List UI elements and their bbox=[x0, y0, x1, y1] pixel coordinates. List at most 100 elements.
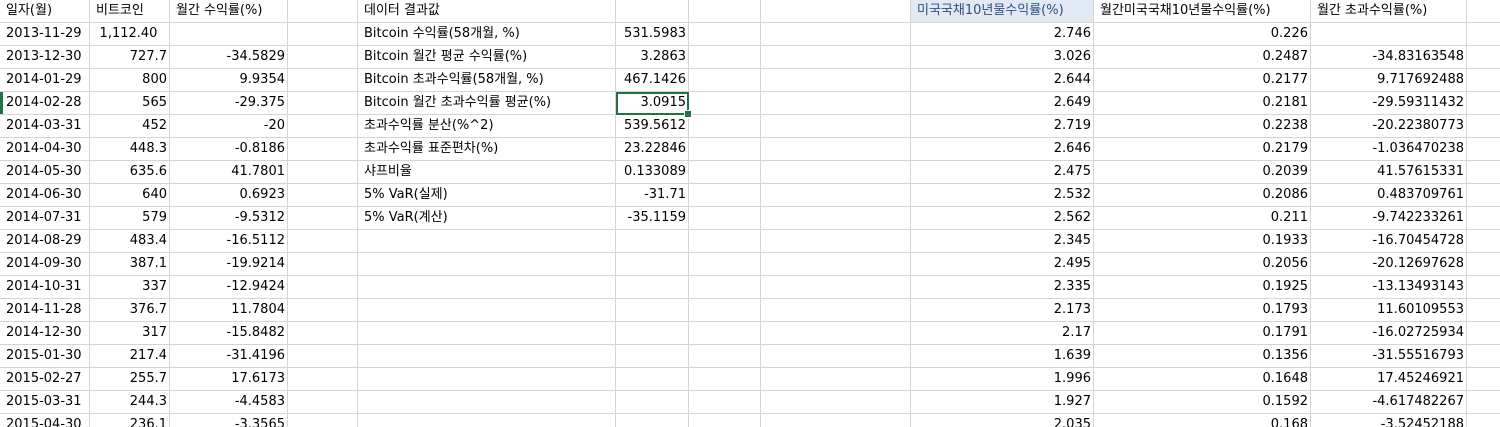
treasury-yield-cell[interactable]: 2.335 bbox=[911, 276, 1094, 299]
treasury-yield-cell[interactable]: 2.532 bbox=[911, 184, 1094, 207]
treasury-monthly-cell[interactable]: 0.1356 bbox=[1094, 345, 1311, 368]
empty-cell[interactable] bbox=[288, 184, 358, 207]
empty-cell[interactable] bbox=[1467, 46, 1500, 69]
empty-cell[interactable] bbox=[1467, 0, 1500, 23]
treasury-yield-cell[interactable]: 2.17 bbox=[911, 322, 1094, 345]
empty-cell[interactable] bbox=[288, 23, 358, 46]
treasury-monthly-cell[interactable]: 0.2177 bbox=[1094, 69, 1311, 92]
empty-cell[interactable] bbox=[689, 23, 761, 46]
result-value-cell[interactable]: 23.22846 bbox=[616, 138, 689, 161]
result-label-cell[interactable] bbox=[358, 345, 616, 368]
date-cell[interactable]: 2014-11-28 bbox=[0, 299, 90, 322]
header-btc[interactable]: 비트코인 bbox=[90, 0, 170, 23]
result-label-cell[interactable] bbox=[358, 230, 616, 253]
empty-cell[interactable] bbox=[288, 138, 358, 161]
header-excess-return[interactable]: 월간 초과수익률(%) bbox=[1311, 0, 1467, 23]
treasury-monthly-cell[interactable]: 0.1933 bbox=[1094, 230, 1311, 253]
result-label-cell[interactable] bbox=[358, 276, 616, 299]
empty-cell[interactable] bbox=[288, 161, 358, 184]
treasury-yield-cell[interactable]: 2.746 bbox=[911, 23, 1094, 46]
result-value-cell[interactable] bbox=[616, 299, 689, 322]
result-label-cell[interactable]: Bitcoin 월간 초과수익률 평균(%) bbox=[358, 92, 616, 115]
empty-cell[interactable] bbox=[288, 322, 358, 345]
btc-price-cell[interactable]: 635.6 bbox=[90, 161, 170, 184]
excess-return-cell[interactable]: -16.70454728 bbox=[1311, 230, 1467, 253]
btc-price-cell[interactable]: 448.3 bbox=[90, 138, 170, 161]
excess-return-cell[interactable]: -1.036470238 bbox=[1311, 138, 1467, 161]
btc-price-cell[interactable]: 565 bbox=[90, 92, 170, 115]
btc-return-cell[interactable]: -20 bbox=[170, 115, 288, 138]
date-cell[interactable]: 2014-10-31 bbox=[0, 276, 90, 299]
date-cell[interactable]: 2015-02-27 bbox=[0, 368, 90, 391]
empty-cell[interactable] bbox=[1467, 322, 1500, 345]
btc-price-cell[interactable]: 217.4 bbox=[90, 345, 170, 368]
header-date[interactable]: 일자(월) bbox=[0, 0, 90, 23]
result-value-cell[interactable]: 0.133089 bbox=[616, 161, 689, 184]
excess-return-cell[interactable]: -16.02725934 bbox=[1311, 322, 1467, 345]
empty-cell[interactable] bbox=[1467, 414, 1500, 427]
date-cell[interactable]: 2014-06-30 bbox=[0, 184, 90, 207]
btc-return-cell[interactable]: -31.4196 bbox=[170, 345, 288, 368]
treasury-monthly-cell[interactable]: 0.2179 bbox=[1094, 138, 1311, 161]
btc-price-cell[interactable]: 800 bbox=[90, 69, 170, 92]
empty-cell[interactable] bbox=[689, 345, 761, 368]
date-cell[interactable]: 2014-02-28 bbox=[0, 92, 90, 115]
treasury-yield-cell[interactable]: 2.173 bbox=[911, 299, 1094, 322]
header-treasury-yield[interactable]: 미국국채10년물수익률(%) bbox=[911, 0, 1094, 23]
result-value-cell[interactable]: 3.2863 bbox=[616, 46, 689, 69]
empty-cell[interactable] bbox=[761, 207, 911, 230]
btc-return-cell[interactable]: -15.8482 bbox=[170, 322, 288, 345]
date-cell[interactable]: 2014-07-31 bbox=[0, 207, 90, 230]
treasury-monthly-cell[interactable]: 0.226 bbox=[1094, 23, 1311, 46]
date-cell[interactable]: 2014-09-30 bbox=[0, 253, 90, 276]
result-label-cell[interactable]: 5% VaR(실제) bbox=[358, 184, 616, 207]
empty-cell[interactable] bbox=[1467, 69, 1500, 92]
treasury-monthly-cell[interactable]: 0.2086 bbox=[1094, 184, 1311, 207]
result-label-cell[interactable]: 5% VaR(계산) bbox=[358, 207, 616, 230]
treasury-monthly-cell[interactable]: 0.2056 bbox=[1094, 253, 1311, 276]
empty-cell[interactable] bbox=[689, 253, 761, 276]
empty-cell[interactable] bbox=[761, 299, 911, 322]
result-value-cell[interactable] bbox=[616, 276, 689, 299]
empty-cell[interactable] bbox=[761, 368, 911, 391]
empty-cell[interactable] bbox=[288, 69, 358, 92]
excess-return-cell[interactable]: 0.483709761 bbox=[1311, 184, 1467, 207]
btc-return-cell[interactable]: -29.375 bbox=[170, 92, 288, 115]
treasury-yield-cell[interactable]: 2.562 bbox=[911, 207, 1094, 230]
btc-return-cell[interactable]: 17.6173 bbox=[170, 368, 288, 391]
empty-cell[interactable] bbox=[288, 115, 358, 138]
excess-return-cell[interactable]: -34.83163548 bbox=[1311, 46, 1467, 69]
result-value-cell[interactable] bbox=[616, 391, 689, 414]
treasury-monthly-cell[interactable]: 0.2181 bbox=[1094, 92, 1311, 115]
btc-return-cell[interactable]: 9.9354 bbox=[170, 69, 288, 92]
empty-cell[interactable] bbox=[689, 391, 761, 414]
date-cell[interactable]: 2015-03-31 bbox=[0, 391, 90, 414]
btc-return-cell[interactable]: -9.5312 bbox=[170, 207, 288, 230]
treasury-yield-cell[interactable]: 2.345 bbox=[911, 230, 1094, 253]
treasury-yield-cell[interactable]: 1.639 bbox=[911, 345, 1094, 368]
btc-price-cell[interactable]: 376.7 bbox=[90, 299, 170, 322]
result-value-cell[interactable] bbox=[616, 414, 689, 427]
empty-cell[interactable] bbox=[288, 299, 358, 322]
treasury-monthly-cell[interactable]: 0.1793 bbox=[1094, 299, 1311, 322]
empty-cell[interactable] bbox=[288, 276, 358, 299]
treasury-monthly-cell[interactable]: 0.2039 bbox=[1094, 161, 1311, 184]
excess-return-cell[interactable]: 41.57615331 bbox=[1311, 161, 1467, 184]
btc-return-cell[interactable]: 0.6923 bbox=[170, 184, 288, 207]
excess-return-cell[interactable]: 17.45246921 bbox=[1311, 368, 1467, 391]
empty-cell[interactable] bbox=[689, 207, 761, 230]
empty-cell[interactable] bbox=[689, 276, 761, 299]
empty-cell[interactable] bbox=[288, 230, 358, 253]
empty-cell[interactable] bbox=[761, 322, 911, 345]
empty-cell[interactable] bbox=[689, 115, 761, 138]
treasury-yield-cell[interactable]: 2.475 bbox=[911, 161, 1094, 184]
empty-cell[interactable] bbox=[761, 184, 911, 207]
empty-cell[interactable] bbox=[689, 0, 761, 23]
empty-cell[interactable] bbox=[288, 345, 358, 368]
header-treasury-monthly[interactable]: 월간미국국채10년물수익률(%) bbox=[1094, 0, 1311, 23]
btc-price-cell[interactable]: 727.7 bbox=[90, 46, 170, 69]
empty-cell[interactable] bbox=[288, 92, 358, 115]
btc-price-cell[interactable]: 236.1 bbox=[90, 414, 170, 427]
treasury-yield-cell[interactable]: 2.649 bbox=[911, 92, 1094, 115]
btc-return-cell[interactable]: -19.9214 bbox=[170, 253, 288, 276]
